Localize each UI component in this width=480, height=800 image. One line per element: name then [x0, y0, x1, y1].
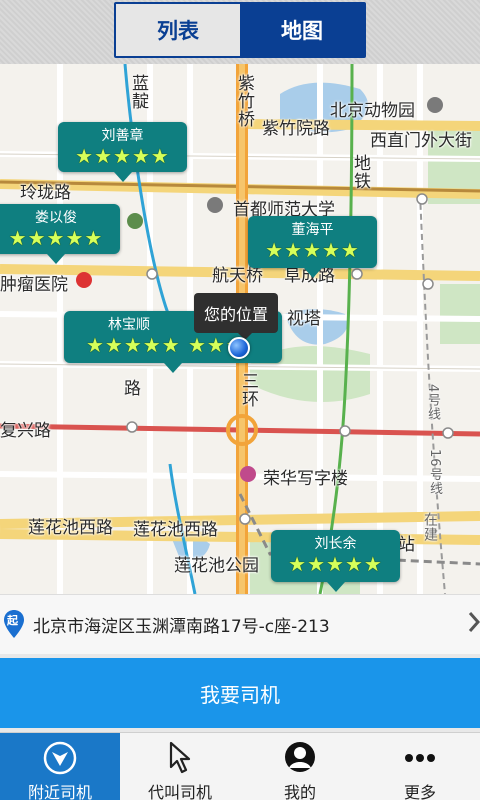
- rating-stars: ★★★★★: [288, 552, 383, 576]
- rating-stars: ★★★★★: [265, 238, 360, 262]
- driver-pin[interactable]: 董海平 ★★★★★: [248, 216, 377, 278]
- address-text: 北京市海淀区玉渊潭南路17号-c座-213: [33, 617, 330, 637]
- rating-stars: ★★★★★: [75, 144, 170, 168]
- tab-map[interactable]: 地图: [240, 4, 364, 56]
- tab-me[interactable]: 我的: [240, 733, 360, 800]
- bottom-tab-bar: 附近司机 代叫司机 我的 更多: [0, 732, 480, 800]
- cursor-icon: [165, 741, 195, 779]
- user-icon: [284, 741, 316, 777]
- map-label-landian: 蓝靛: [128, 74, 148, 110]
- map-label-ditie4: 4号线: [425, 384, 440, 422]
- chevron-right-icon[interactable]: [468, 611, 480, 638]
- map-label-sanhuan: 三环: [238, 372, 258, 408]
- driver-pin[interactable]: 刘善章 ★★★★★: [58, 122, 187, 182]
- map-label-lianhuachipark: 莲花池公园: [174, 556, 259, 576]
- tab-label: 附近司机: [27, 783, 92, 800]
- map-label-ronghua: 荣华写字楼: [263, 469, 348, 489]
- map-label-ditie16: 16号线: [427, 449, 442, 496]
- rating-stars: ★★★★★: [8, 226, 104, 250]
- view-switcher: 列表 地图: [114, 2, 366, 58]
- driver-pin[interactable]: 刘长余 ★★★★★: [271, 530, 400, 592]
- start-address-bar[interactable]: 起 北京市海淀区玉渊潭南路17号-c座-213: [0, 594, 480, 654]
- driver-name: 林宝顺: [108, 317, 150, 333]
- map-label-beijingzoo: 北京动物园: [330, 101, 415, 121]
- tab-label: 更多: [403, 783, 436, 800]
- start-badge-label: 起: [7, 614, 18, 627]
- map-label-zizhuyuanlu: 紫竹院路: [262, 119, 330, 139]
- tab-call-driver-for-others[interactable]: 代叫司机: [120, 733, 240, 800]
- map-label-lianhuachixilu-2: 莲花池西路: [133, 520, 218, 540]
- tab-nearby-drivers[interactable]: 附近司机: [0, 733, 120, 800]
- map-label-station: 站: [398, 535, 415, 555]
- driver-name: 刘善章: [101, 128, 144, 144]
- top-bar: 列表 地图: [0, 0, 480, 64]
- map-label-linglonglu: 玲珑路: [20, 183, 71, 203]
- driver-name: 刘长余: [314, 536, 357, 552]
- nearby-icon: [43, 741, 77, 779]
- map-label-zizhuqiao: 紫竹桥: [234, 74, 254, 128]
- tab-more[interactable]: 更多: [360, 733, 480, 800]
- request-driver-button[interactable]: 我要司机: [0, 658, 480, 728]
- my-location-icon: [228, 337, 250, 359]
- map-label-shita: 视塔: [287, 309, 321, 329]
- map-label-zhongliu: 肿瘤医院: [0, 275, 68, 295]
- start-marker-icon: 起: [3, 609, 25, 643]
- map-label-zaijian: 在建: [422, 512, 438, 542]
- map-label-lu: 路: [124, 379, 141, 399]
- driver-pin[interactable]: 娄以俊 ★★★★★: [0, 204, 120, 264]
- driver-name: 董海平: [291, 222, 334, 238]
- tab-list[interactable]: 列表: [116, 4, 240, 56]
- driver-name: 娄以俊: [35, 210, 77, 226]
- map-label-lianhuachixilu-1: 莲花池西路: [28, 518, 113, 538]
- my-location-tooltip: 您的位置: [194, 293, 279, 340]
- map-label-ditie: 地铁: [350, 154, 370, 190]
- map-view[interactable]: 蓝靛 紫竹桥 紫竹院路 北京动物园 西直门外大街 地铁 玲珑路 首都师范大学 航…: [0, 64, 480, 594]
- map-label-fuxinglu: 复兴路: [0, 421, 51, 441]
- more-icon: [402, 741, 438, 779]
- tab-label: 代叫司机: [147, 783, 212, 800]
- map-label-xizhimen: 西直门外大街: [370, 131, 472, 151]
- tab-label: 我的: [283, 783, 316, 800]
